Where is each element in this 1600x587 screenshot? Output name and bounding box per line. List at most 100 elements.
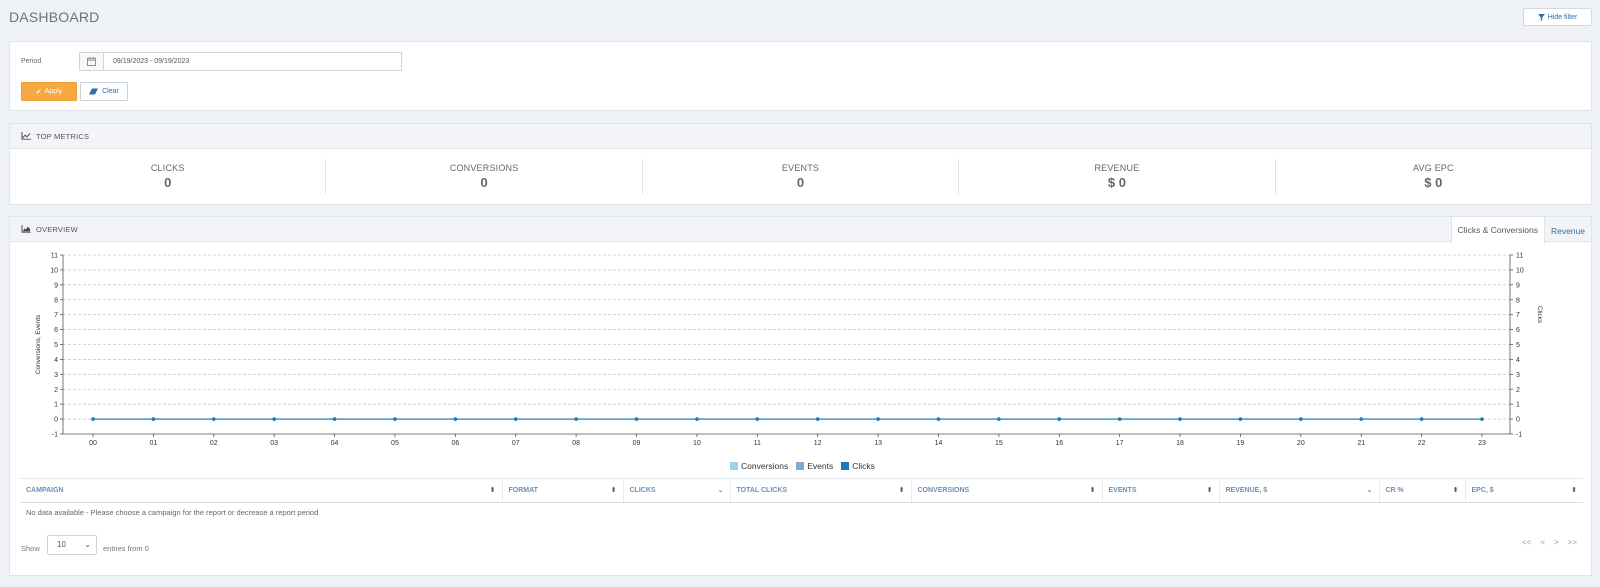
last-page-button[interactable]: >>: [1568, 538, 1577, 547]
metrics-row: CLICKS 0 CONVERSIONS 0 EVENTS 0 REVENUE …: [10, 149, 1591, 204]
data-point: [91, 417, 95, 421]
sort-icon[interactable]: ⬍: [490, 486, 496, 494]
x-tick-label: 00: [89, 440, 97, 447]
y2-tick-label: 4: [1516, 357, 1520, 364]
tab-clicks-conversions[interactable]: Clicks & Conversions: [1450, 217, 1544, 244]
x-tick-label: 15: [995, 440, 1003, 447]
y-tick-label: 6: [54, 327, 58, 334]
column-header-campaign[interactable]: CAMPAIGN ⬍: [20, 478, 502, 503]
y-tick-label: 7: [54, 312, 58, 319]
data-point: [1480, 417, 1484, 421]
clear-label: Clear: [102, 88, 119, 95]
metric-revenue: REVENUE $ 0: [959, 149, 1274, 204]
x-tick-label: 01: [149, 440, 157, 447]
period-value[interactable]: 09/19/2023 - 09/19/2023: [104, 53, 189, 70]
metric-avg-epc: AVG EPC $ 0: [1276, 149, 1591, 204]
data-point: [695, 417, 699, 421]
column-header-revenue[interactable]: REVENUE, $ ⌄: [1218, 478, 1379, 503]
metric-value: 0: [796, 175, 805, 190]
report-table: CAMPAIGN ⬍ FORMAT ⬍ CLICKS ⌄ TOTAL CLICKS ⬍ …: [20, 478, 1583, 523]
metric-value: 0: [480, 175, 488, 190]
sort-icon[interactable]: ⬍: [1090, 486, 1096, 494]
check-icon: ✔: [35, 88, 42, 96]
overview-chart: -1 -10 01 12 23 34 45 56 67 78 89 910 1011 1100 01 02 03…: [35, 253, 1543, 448]
apply-label: Apply: [44, 88, 63, 95]
data-point: [634, 417, 639, 421]
column-header-cr[interactable]: CR % ⬍: [1378, 478, 1465, 503]
filter-panel: Period 09/19/2023 - 09/19/2023 ✔ Apply C…: [9, 41, 1592, 111]
legend-item[interactable]: Events: [796, 461, 833, 471]
x-tick-label: 02: [210, 440, 218, 447]
metric-value: 0: [164, 175, 172, 190]
sort-icon[interactable]: ⬍: [1571, 486, 1577, 494]
x-tick-label: 22: [1418, 440, 1426, 447]
legend-item[interactable]: Conversions: [730, 461, 788, 471]
sort-icon[interactable]: ⌄: [718, 486, 724, 494]
first-page-button[interactable]: <<: [1522, 538, 1531, 547]
y-tick-label: 8: [54, 297, 58, 304]
period-label: Period: [21, 58, 42, 65]
sort-icon[interactable]: ⬍: [1207, 486, 1213, 494]
line-chart-icon: [21, 132, 31, 140]
column-header-clicks[interactable]: CLICKS ⌄: [622, 478, 730, 503]
data-point: [815, 417, 820, 421]
sort-icon[interactable]: ⬍: [611, 486, 617, 494]
filter-icon: [1537, 13, 1545, 21]
legend-label: Events: [807, 461, 834, 471]
metric-label: CLICKS: [150, 163, 185, 173]
x-tick-label: 09: [633, 440, 641, 447]
legend-item[interactable]: Clicks: [841, 461, 875, 471]
metric-label: REVENUE: [1094, 163, 1140, 173]
entries-label: entries from 0: [103, 544, 149, 553]
x-tick-label: 04: [331, 440, 339, 447]
calendar-icon[interactable]: [80, 53, 104, 70]
next-page-button[interactable]: >: [1554, 538, 1559, 547]
sort-icon[interactable]: ⬍: [899, 486, 905, 494]
tab-revenue[interactable]: Revenue: [1543, 217, 1591, 244]
apply-button[interactable]: ✔ Apply: [21, 82, 77, 101]
y2-tick-label: 1: [1516, 402, 1520, 409]
legend-swatch-conversions: [730, 462, 738, 470]
x-tick-label: 17: [1116, 440, 1124, 447]
page-title: DASHBOARD: [9, 9, 100, 25]
x-tick-label: 23: [1478, 440, 1486, 447]
column-header-format[interactable]: FORMAT ⬍: [501, 478, 623, 503]
metric-conversions: CONVERSIONS 0: [326, 149, 641, 204]
x-tick-label: 03: [270, 440, 278, 447]
period-daterange-input[interactable]: 09/19/2023 - 09/19/2023: [79, 52, 402, 71]
data-point: [876, 417, 880, 421]
data-point: [453, 417, 458, 421]
metric-clicks: CLICKS 0: [10, 149, 325, 204]
metric-events: EVENTS 0: [643, 149, 958, 204]
y-tick-label: 4: [54, 357, 58, 364]
legend-label: Clicks: [852, 461, 875, 471]
chevron-down-icon: ⌄: [84, 540, 91, 549]
column-header-epc[interactable]: EPC, $ ⬍: [1464, 478, 1583, 503]
x-tick-label: 14: [935, 440, 943, 447]
y-tick-label: 0: [54, 417, 58, 424]
area-chart-icon: [21, 225, 31, 233]
column-header-events[interactable]: EVENTS ⬍: [1101, 478, 1219, 503]
data-point: [1299, 417, 1303, 421]
data-point: [997, 417, 1001, 421]
sort-icon[interactable]: ⌄: [1367, 486, 1373, 494]
hide-filter-label: Hide filter: [1547, 13, 1578, 21]
x-tick-label: 21: [1357, 440, 1365, 447]
data-point: [332, 417, 337, 421]
top-metrics-title: TOP METRICS: [36, 131, 90, 141]
column-header-conversions[interactable]: CONVERSIONS ⬍: [910, 478, 1102, 503]
data-point: [755, 417, 760, 421]
metric-label: CONVERSIONS: [449, 163, 519, 173]
metric-label: EVENTS: [781, 163, 820, 173]
metric-label: AVG EPC: [1412, 163, 1454, 173]
column-header-total-clicks[interactable]: TOTAL CLICKS ⬍: [729, 478, 911, 503]
top-metrics-header: TOP METRICS: [10, 124, 1591, 149]
hide-filter-button[interactable]: Hide filter: [1523, 8, 1592, 26]
y-tick-label: -1: [52, 432, 58, 439]
page-size-select[interactable]: 10 ⌄: [47, 535, 97, 555]
show-label: Show: [21, 544, 40, 553]
data-point: [1419, 417, 1424, 421]
sort-icon[interactable]: ⬍: [1453, 486, 1459, 494]
clear-button[interactable]: Clear: [80, 82, 128, 101]
prev-page-button[interactable]: <: [1540, 538, 1545, 547]
